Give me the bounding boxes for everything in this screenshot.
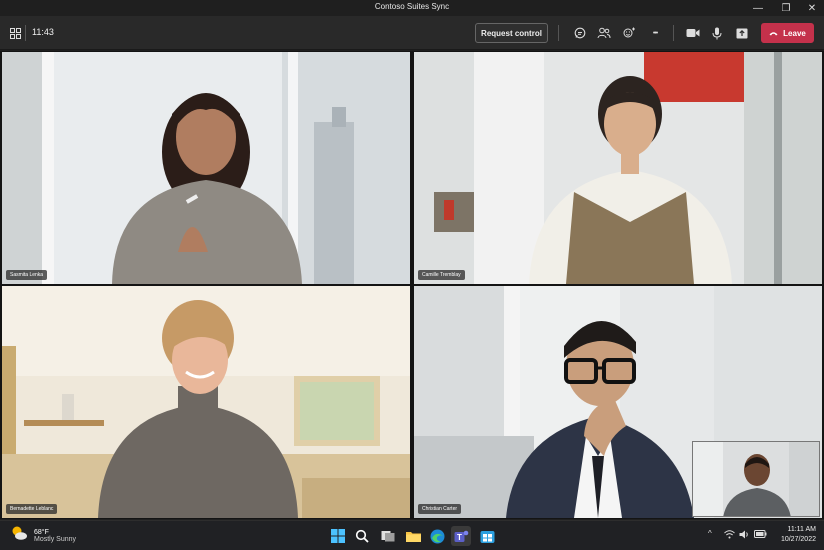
weather-widget[interactable]: 68°F Mostly Sunny xyxy=(10,525,76,546)
window-title: Contoso Suites Sync xyxy=(374,2,450,11)
sun-cloud-icon xyxy=(10,525,28,546)
participants-icon[interactable] xyxy=(596,26,612,40)
video-grid: Sasmita Lenka Camille Tremblay Bernadett… xyxy=(0,51,824,519)
toolbar-divider xyxy=(673,25,674,41)
leave-label: Leave xyxy=(783,28,806,38)
more-options-icon[interactable]: ••• xyxy=(646,26,664,40)
leave-button[interactable]: Leave xyxy=(761,23,814,43)
minimize-button[interactable]: — xyxy=(744,1,772,15)
participant-video-tile[interactable]: Bernadette Leblanc xyxy=(2,286,410,518)
task-view-icon[interactable] xyxy=(378,526,398,546)
battery-icon[interactable] xyxy=(754,530,767,540)
clock-time: 11:11 AM xyxy=(787,526,816,533)
search-icon[interactable] xyxy=(352,526,372,546)
teams-app-icon[interactable]: T xyxy=(451,526,471,546)
self-view-feed xyxy=(693,442,819,516)
svg-text:T: T xyxy=(457,533,462,542)
show-hidden-icons-chevron[interactable]: ^ xyxy=(708,529,712,538)
toolbar-divider xyxy=(25,25,26,41)
taskbar: 68°F Mostly Sunny T ^ 11:11 AM 10/27/202… xyxy=(0,520,824,550)
meeting-timer: 11:43 xyxy=(32,27,54,37)
weather-condition: Mostly Sunny xyxy=(34,535,77,543)
start-icon[interactable] xyxy=(328,526,348,546)
participant-video-feed xyxy=(2,286,410,518)
microphone-icon[interactable] xyxy=(710,25,724,41)
wifi-icon[interactable] xyxy=(724,530,735,541)
reactions-icon[interactable] xyxy=(621,26,637,40)
participant-video-feed xyxy=(414,52,822,284)
volume-icon[interactable] xyxy=(739,530,750,541)
clock-date: 10/27/2022 xyxy=(780,536,816,543)
window-title-bar: Contoso Suites Sync — ❐ ✕ xyxy=(0,0,824,16)
camera-icon[interactable] xyxy=(684,26,702,40)
restore-button[interactable]: ❐ xyxy=(772,1,800,15)
hang-up-icon xyxy=(769,29,778,38)
participant-video-tile[interactable]: Sasmita Lenka xyxy=(2,52,410,284)
toolbar-divider xyxy=(558,25,559,41)
weather-temperature: 68°F xyxy=(34,528,49,536)
meeting-toolbar: 11:43 Request control ••• Leave xyxy=(0,16,824,50)
close-window-button[interactable]: ✕ xyxy=(798,1,824,15)
participant-name-tag: Bernadette Leblanc xyxy=(6,504,58,514)
request-control-button[interactable]: Request control xyxy=(475,23,548,43)
participant-video-feed xyxy=(2,52,410,284)
participant-name-tag: Christian Carter xyxy=(418,504,462,514)
edge-browser-icon[interactable] xyxy=(427,526,447,546)
participant-video-tile[interactable]: Camille Tremblay xyxy=(414,52,822,284)
file-explorer-icon[interactable] xyxy=(403,526,423,546)
participant-name-tag: Sasmita Lenka xyxy=(6,270,48,280)
chat-icon[interactable] xyxy=(572,26,588,40)
self-view-video[interactable] xyxy=(692,441,820,517)
grid-layout-icon[interactable] xyxy=(8,26,22,40)
store-icon[interactable] xyxy=(477,526,497,546)
system-clock[interactable]: 11:11 AM 10/27/2022 xyxy=(772,525,816,545)
share-screen-icon[interactable] xyxy=(735,26,749,40)
participant-name-tag: Camille Tremblay xyxy=(418,270,465,280)
